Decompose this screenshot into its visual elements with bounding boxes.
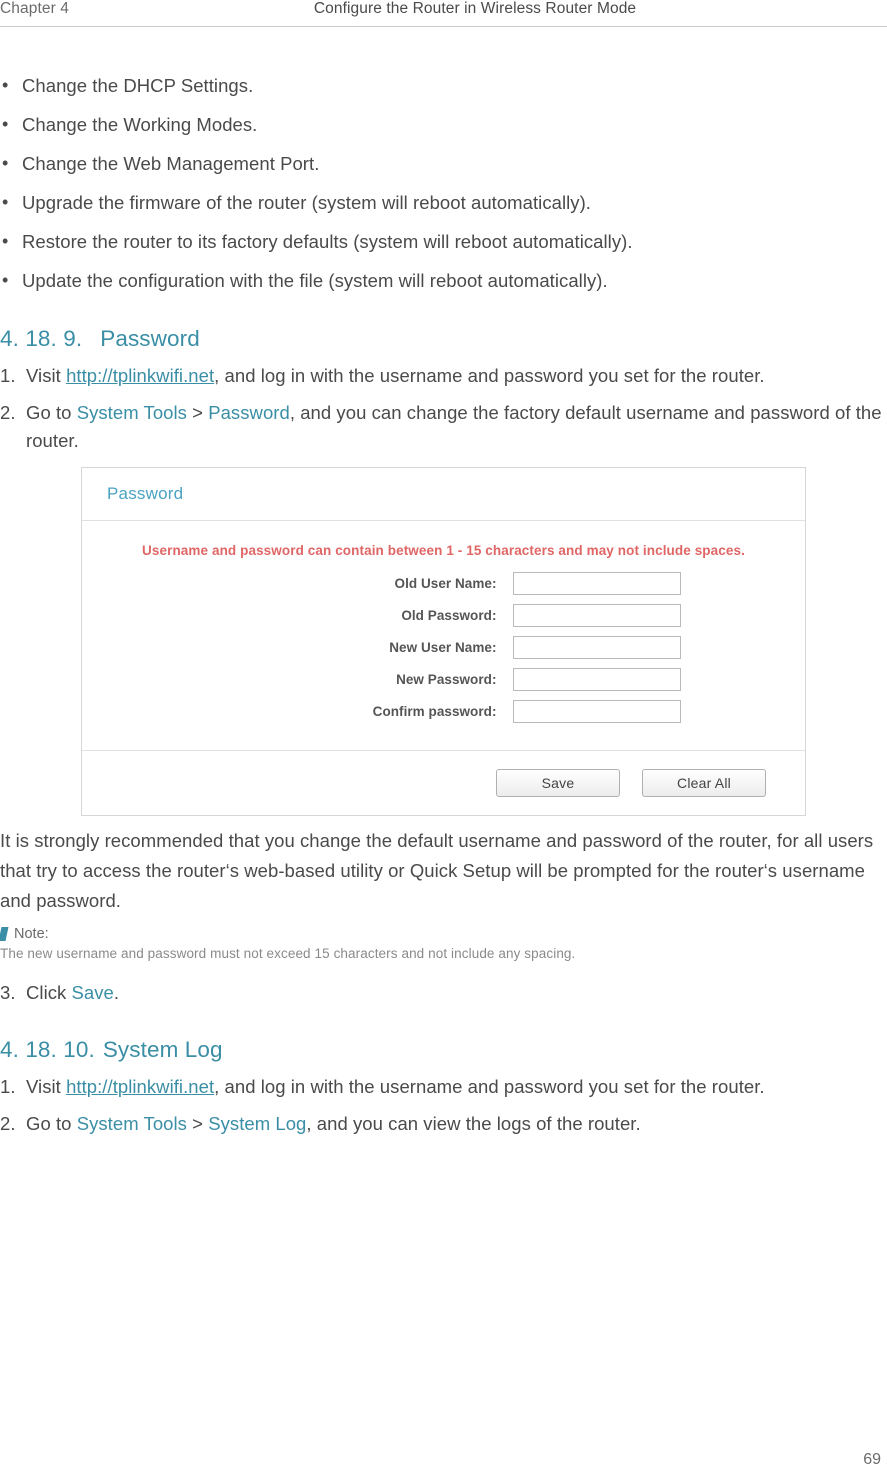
note-label: Note: <box>14 926 49 942</box>
section-heading-system-log: 4. 18. 10. System Log <box>0 1037 887 1063</box>
save-action-label: Save <box>71 982 114 1003</box>
section-number: 4. 18. 9. <box>0 326 83 351</box>
old-password-input[interactable] <box>512 604 681 627</box>
password-rule-hint: Username and password can contain betwee… <box>142 543 745 558</box>
header-divider <box>0 26 887 27</box>
tplinkwifi-link[interactable]: http://tplinkwifi.net <box>66 1076 214 1097</box>
new-password-input[interactable] <box>512 668 681 691</box>
list-item: Upgrade the firmware of the router (syst… <box>0 183 887 222</box>
step-item: 3. Click Save. <box>0 979 887 1007</box>
step-text-post: , and log in with the username and passw… <box>214 1076 765 1097</box>
step-text-post: , and you can view the logs of the route… <box>306 1113 641 1134</box>
panel-title: Password <box>82 468 805 521</box>
step-marker: 3. <box>0 982 16 1003</box>
password-steps: 1. Visit http://tplinkwifi.net, and log i… <box>0 362 887 455</box>
panel-body: Username and password can contain betwee… <box>82 521 805 751</box>
tplinkwifi-link[interactable]: http://tplinkwifi.net <box>66 365 214 386</box>
field-label: Old Password: <box>401 608 497 623</box>
field-label: New Password: <box>396 672 497 687</box>
menu-separator: > <box>186 1113 209 1134</box>
step-marker: 2. <box>0 402 16 423</box>
list-item: Change the DHCP Settings. <box>0 66 887 105</box>
step-text-pre: Visit <box>26 365 67 386</box>
step-text-post: , and log in with the username and passw… <box>214 365 765 386</box>
new-user-name-input[interactable] <box>512 636 681 659</box>
page-number: 69 <box>863 1451 881 1468</box>
step-item: 2. Go to System Tools > Password, and you… <box>0 399 887 455</box>
page-content: Change the DHCP Settings. Change the Wor… <box>0 66 887 1147</box>
menu-separator: > <box>186 402 209 423</box>
system-log-steps: 1. Visit http://tplinkwifi.net, and log i… <box>0 1073 887 1138</box>
step-marker: 1. <box>0 1076 16 1097</box>
step-text-pre: Go to <box>26 402 77 423</box>
step-item: 1. Visit http://tplinkwifi.net, and log i… <box>0 362 887 390</box>
note-text: The new username and password must not e… <box>0 946 576 961</box>
list-item: Update the configuration with the file (… <box>0 261 887 300</box>
header-chapter: Chapter 4 <box>0 0 69 17</box>
header-title: Configure the Router in Wireless Router … <box>313 0 637 17</box>
section-title: Password <box>100 326 200 351</box>
step-text-post: . <box>113 982 120 1003</box>
list-item: Change the Working Modes. <box>0 105 887 144</box>
step-marker: 1. <box>0 365 16 386</box>
clear-all-button[interactable]: Clear All <box>642 769 766 797</box>
password-recommendation-paragraph: It is strongly recommended that you chan… <box>0 830 874 911</box>
field-row-confirm-password: Confirm password: <box>82 700 805 723</box>
menu-system-tools: System Tools <box>76 1113 187 1134</box>
note-marker-icon <box>0 927 9 941</box>
field-label: Confirm password: <box>372 704 497 719</box>
note-header: Note: <box>0 926 887 942</box>
field-row-new-user-name: New User Name: <box>82 636 805 659</box>
step-item: 2. Go to System Tools > System Log, and y… <box>0 1110 887 1138</box>
router-password-screenshot: Password Username and password can conta… <box>81 467 806 816</box>
field-label: Old User Name: <box>394 576 497 591</box>
list-item: Restore the router to its factory defaul… <box>0 222 887 261</box>
document-page: Chapter 4 Configure the Router in Wirele… <box>0 0 887 1477</box>
old-user-name-input[interactable] <box>512 572 681 595</box>
section-number: 4. 18. 10. <box>0 1037 95 1062</box>
save-button[interactable]: Save <box>496 769 620 797</box>
section-heading-password: 4. 18. 9. Password <box>0 326 887 352</box>
step-text-pre: Go to <box>26 1113 77 1134</box>
field-row-old-password: Old Password: <box>82 604 805 627</box>
field-label: New User Name: <box>389 640 497 655</box>
feature-bullet-list: Change the DHCP Settings. Change the Wor… <box>0 66 887 300</box>
section-title: System Log <box>102 1037 223 1062</box>
field-row-new-password: New Password: <box>82 668 805 691</box>
step-text-pre: Click <box>26 982 72 1003</box>
step-text-pre: Visit <box>26 1076 67 1097</box>
step-item: 1. Visit http://tplinkwifi.net, and log i… <box>0 1073 887 1101</box>
menu-password: Password <box>208 402 290 423</box>
step-marker: 2. <box>0 1113 16 1134</box>
menu-system-log: System Log <box>208 1113 307 1134</box>
password-steps-continued: 3. Click Save. <box>0 979 887 1007</box>
panel-footer: Save Clear All <box>82 751 805 815</box>
menu-system-tools: System Tools <box>76 402 187 423</box>
confirm-password-input[interactable] <box>512 700 681 723</box>
field-row-old-user-name: Old User Name: <box>82 572 805 595</box>
list-item: Change the Web Management Port. <box>0 144 887 183</box>
